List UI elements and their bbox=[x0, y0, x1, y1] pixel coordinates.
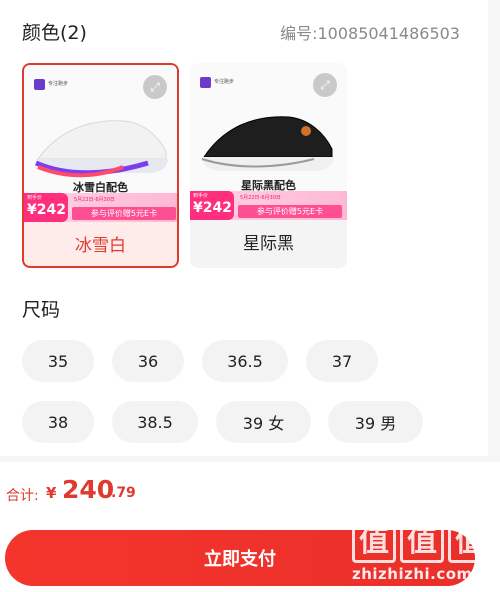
promo-date: 5月22日-6月30日 bbox=[74, 197, 115, 203]
promo-price: 到手价 ¥242 bbox=[24, 193, 68, 222]
promo-date: 5月22日-6月30日 bbox=[240, 195, 281, 201]
size-section-title: 尺码 bbox=[22, 299, 61, 321]
total-label: 合计: bbox=[6, 488, 39, 504]
size-option[interactable]: 36.5 bbox=[202, 340, 288, 382]
product-image: 专注跑步 ⤢ 冰雪白配色 到手价 ¥242 5月22日-6月30日 参与评价赠5… bbox=[24, 65, 177, 222]
footer-divider bbox=[0, 456, 500, 462]
size-option[interactable]: 36 bbox=[112, 340, 184, 382]
color-option-label: 冰雪白 bbox=[75, 236, 126, 256]
color-option-star-black[interactable]: 专注跑步 ⤢ 星际黑配色 到手价 ¥242 5月22日-6月30日 参与评价赠5… bbox=[190, 63, 347, 268]
promo-feedback: 参与评价赠5元E卡 bbox=[238, 205, 342, 218]
size-option[interactable]: 37 bbox=[306, 340, 378, 382]
total-price-integer: 240 bbox=[62, 475, 115, 504]
expand-icon[interactable]: ⤢ bbox=[143, 75, 167, 99]
shoe-image bbox=[34, 120, 168, 178]
currency-symbol: ¥ bbox=[46, 484, 57, 502]
brand-logo: 专注跑步 bbox=[34, 77, 84, 91]
color-section-title: 颜色(2) bbox=[22, 22, 87, 44]
size-option[interactable]: 39 女 bbox=[216, 401, 311, 443]
total-price-decimal: .79 bbox=[111, 485, 136, 501]
shoe-image bbox=[201, 116, 334, 171]
size-option[interactable]: 35 bbox=[22, 340, 94, 382]
watermark-logo: 值 值 值 bbox=[352, 513, 492, 563]
color-option-ice-white[interactable]: 专注跑步 ⤢ 冰雪白配色 到手价 ¥242 5月22日-6月30日 参与评价赠5… bbox=[22, 63, 179, 268]
expand-icon[interactable]: ⤢ bbox=[313, 73, 337, 97]
promo-price: 到手价 ¥242 bbox=[190, 191, 234, 220]
scrollbar[interactable] bbox=[488, 0, 500, 456]
color-option-label: 星际黑 bbox=[243, 234, 294, 254]
size-option[interactable]: 38.5 bbox=[112, 401, 198, 443]
brand-logo: 专注跑步 bbox=[200, 75, 250, 89]
watermark-domain: zhizhizhi.com bbox=[352, 565, 473, 583]
product-image: 专注跑步 ⤢ 星际黑配色 到手价 ¥242 5月22日-6月30日 参与评价赠5… bbox=[190, 63, 347, 220]
promo-feedback: 参与评价赠5元E卡 bbox=[72, 207, 176, 220]
size-option[interactable]: 38 bbox=[22, 401, 94, 443]
sku-code: 编号:10085041486503 bbox=[280, 24, 460, 43]
size-option[interactable]: 39 男 bbox=[328, 401, 423, 443]
